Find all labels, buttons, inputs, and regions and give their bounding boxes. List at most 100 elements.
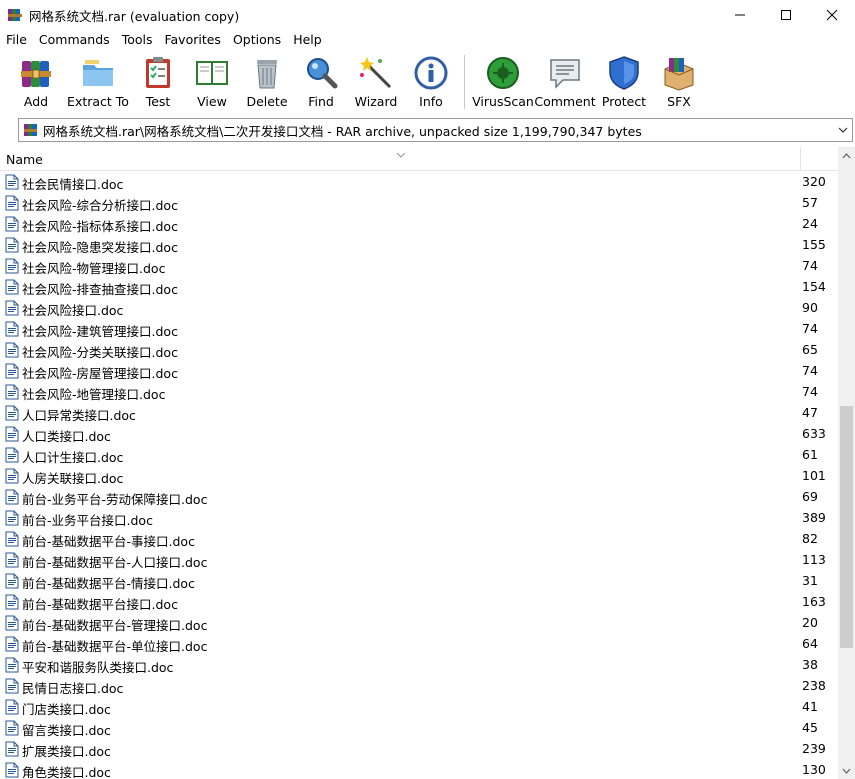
extract-to-button[interactable]: Extract To xyxy=(64,50,132,114)
file-row[interactable]: 社会民情接口.doc 320 xyxy=(0,172,838,193)
scroll-up-button[interactable] xyxy=(838,147,855,164)
file-row[interactable]: 前台-业务平台接口.doc 389 xyxy=(0,508,838,529)
file-row[interactable]: 社会风险-房屋管理接口.doc 74 xyxy=(0,361,838,382)
file-size: 155 xyxy=(802,237,826,252)
file-row[interactable]: 人口计生接口.doc 61 xyxy=(0,445,838,466)
virusscan-icon xyxy=(485,55,521,91)
minimize-button[interactable] xyxy=(717,0,763,30)
address-path: 网格系统文档.rar\网格系统文档\二次开发接口文档 - RAR archive… xyxy=(43,123,642,139)
file-row[interactable]: 前台-基础数据平台-管理接口.doc 20 xyxy=(0,613,838,634)
protect-button[interactable]: Protect xyxy=(595,50,653,114)
menu-file[interactable]: File xyxy=(0,30,33,50)
delete-button[interactable]: Delete xyxy=(240,50,294,114)
info-label: Info xyxy=(419,94,443,109)
file-name: 社会风险-综合分析接口.doc xyxy=(22,198,178,213)
file-name: 留言类接口.doc xyxy=(22,723,111,738)
find-magnifier-icon xyxy=(303,55,339,91)
vertical-scrollbar[interactable] xyxy=(838,147,855,779)
extract-to-label: Extract To xyxy=(67,94,129,109)
file-row[interactable]: 社会风险接口.doc 90 xyxy=(0,298,838,319)
comment-label: Comment xyxy=(534,94,596,109)
file-row[interactable]: 前台-基础数据平台接口.doc 163 xyxy=(0,592,838,613)
file-row[interactable]: 社会风险-指标体系接口.doc 24 xyxy=(0,214,838,235)
menu-options[interactable]: Options xyxy=(227,30,287,50)
word-document-icon xyxy=(5,342,19,358)
word-document-icon xyxy=(5,216,19,232)
file-row[interactable]: 前台-基础数据平台-事接口.doc 82 xyxy=(0,529,838,550)
file-row[interactable]: 前台-基础数据平台-单位接口.doc 64 xyxy=(0,634,838,655)
comment-button[interactable]: Comment xyxy=(534,50,596,114)
file-row[interactable]: 平安和谐服务队类接口.doc 38 xyxy=(0,655,838,676)
file-row[interactable]: 扩展类接口.doc 239 xyxy=(0,739,838,760)
title-bar: 网格系统文档.rar (evaluation copy) xyxy=(0,0,855,30)
file-size: 163 xyxy=(802,594,826,609)
file-size: 38 xyxy=(802,657,818,672)
file-name: 社会风险-隐患突发接口.doc xyxy=(22,240,178,255)
menu-commands[interactable]: Commands xyxy=(33,30,116,50)
file-row[interactable]: 前台-业务平台-劳动保障接口.doc 69 xyxy=(0,487,838,508)
word-document-icon xyxy=(5,552,19,568)
file-size: 320 xyxy=(802,174,826,189)
test-button[interactable]: Test xyxy=(132,50,184,114)
file-row[interactable]: 社会风险-排查抽查接口.doc 154 xyxy=(0,277,838,298)
column-divider[interactable] xyxy=(800,147,801,171)
word-document-icon xyxy=(5,510,19,526)
file-name: 前台-基础数据平台接口.doc xyxy=(22,597,178,612)
sfx-button[interactable]: SFX xyxy=(653,50,705,114)
virusscan-button[interactable]: VirusScan xyxy=(471,50,535,114)
file-row[interactable]: 社会风险-物管理接口.doc 74 xyxy=(0,256,838,277)
view-button[interactable]: View xyxy=(184,50,240,114)
file-row[interactable]: 人口类接口.doc 633 xyxy=(0,424,838,445)
address-bar[interactable]: 网格系统文档.rar\网格系统文档\二次开发接口文档 - RAR archive… xyxy=(18,118,853,142)
view-label: View xyxy=(197,94,227,109)
menu-favorites[interactable]: Favorites xyxy=(158,30,226,50)
info-button[interactable]: Info xyxy=(404,50,458,114)
file-name: 前台-基础数据平台-管理接口.doc xyxy=(22,618,208,633)
wizard-button[interactable]: Wizard xyxy=(348,50,404,114)
file-name: 民情日志接口.doc xyxy=(22,681,124,696)
find-button[interactable]: Find xyxy=(294,50,348,114)
address-dropdown-button[interactable] xyxy=(834,119,852,141)
file-row[interactable]: 民情日志接口.doc 238 xyxy=(0,676,838,697)
file-name: 社会风险-物管理接口.doc xyxy=(22,261,166,276)
file-row[interactable]: 社会风险-综合分析接口.doc 57 xyxy=(0,193,838,214)
close-button[interactable] xyxy=(809,0,855,30)
file-row[interactable]: 前台-基础数据平台-情接口.doc 31 xyxy=(0,571,838,592)
file-size: 65 xyxy=(802,342,818,357)
file-size: 45 xyxy=(802,720,818,735)
file-row[interactable]: 社会风险-隐患突发接口.doc 155 xyxy=(0,235,838,256)
virusscan-label: VirusScan xyxy=(472,94,534,109)
menu-tools[interactable]: Tools xyxy=(116,30,159,50)
file-row[interactable]: 社会风险-建筑管理接口.doc 74 xyxy=(0,319,838,340)
word-document-icon xyxy=(5,573,19,589)
file-size: 101 xyxy=(802,468,826,483)
file-row[interactable]: 角色类接口.doc 130 xyxy=(0,760,838,779)
word-document-icon xyxy=(5,258,19,274)
file-size: 41 xyxy=(802,699,818,714)
column-header-name[interactable]: Name xyxy=(6,152,43,167)
window-title: 网格系统文档.rar (evaluation copy) xyxy=(29,8,240,24)
file-name: 社会民情接口.doc xyxy=(22,177,124,192)
file-row[interactable]: 留言类接口.doc 45 xyxy=(0,718,838,739)
file-name: 社会风险-房屋管理接口.doc xyxy=(22,366,178,381)
file-row[interactable]: 社会风险-地管理接口.doc 74 xyxy=(0,382,838,403)
extract-folder-icon xyxy=(80,55,116,91)
find-label: Find xyxy=(308,94,334,109)
word-document-icon xyxy=(5,384,19,400)
file-name: 前台-业务平台-劳动保障接口.doc xyxy=(22,492,208,507)
file-row[interactable]: 人口异常类接口.doc 47 xyxy=(0,403,838,424)
file-size: 239 xyxy=(802,741,826,756)
menu-help[interactable]: Help xyxy=(287,30,328,50)
file-row[interactable]: 前台-基础数据平台-人口接口.doc 113 xyxy=(0,550,838,571)
file-rows: 社会民情接口.doc 320 社会风险-综合分析接口.doc 57 社会风险-指标体系接… xyxy=(0,172,838,779)
add-button[interactable]: Add xyxy=(8,50,64,114)
word-document-icon xyxy=(5,195,19,211)
maximize-button[interactable] xyxy=(763,0,809,30)
scroll-down-button[interactable] xyxy=(838,762,855,779)
protect-shield-icon xyxy=(606,55,642,91)
add-label: Add xyxy=(23,94,49,109)
file-row[interactable]: 人房关联接口.doc 101 xyxy=(0,466,838,487)
file-row[interactable]: 门店类接口.doc 41 xyxy=(0,697,838,718)
file-row[interactable]: 社会风险-分类关联接口.doc 65 xyxy=(0,340,838,361)
scrollbar-thumb[interactable] xyxy=(840,406,853,648)
